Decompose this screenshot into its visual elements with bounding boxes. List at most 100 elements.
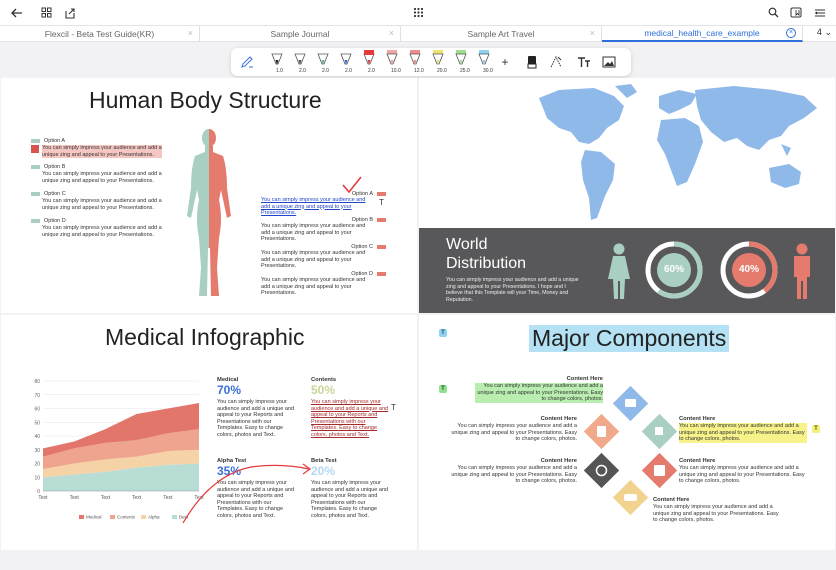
pen-size: 20.0 — [437, 68, 447, 74]
legend-label: Alpha — [148, 515, 160, 520]
option-name: Option D — [44, 218, 66, 224]
pen-6[interactable]: 10.0 — [384, 50, 401, 74]
pen-8[interactable]: 20.0 — [430, 50, 447, 74]
legend-swatch — [172, 515, 177, 519]
add-pen-button[interactable]: + — [496, 53, 514, 71]
eraser-icon[interactable] — [523, 53, 541, 71]
slide-medical-infographic[interactable]: Medical Infographic 0 10 20 30 40 50 60 70 80 Tex… — [1, 315, 417, 550]
component-title: Content Here — [653, 497, 690, 503]
x-tick-label: Text — [70, 495, 80, 501]
pen-4[interactable]: 2.0 — [338, 50, 354, 74]
pen-2[interactable]: 2.0 — [292, 50, 308, 74]
world-map — [539, 84, 817, 220]
block-percent: 70% — [217, 383, 242, 397]
slide-major-components[interactable]: T Major Components T T Content Here You c… — [419, 315, 835, 550]
option-item-left: Option C You can simply impress your audi… — [31, 191, 162, 211]
pen-9[interactable]: 25.0 — [453, 50, 470, 74]
menu-icon[interactable] — [811, 4, 829, 21]
legend-label: Contents — [117, 515, 136, 520]
option-desc: You can simply impress your audience and… — [42, 225, 162, 238]
block-desc: You can simply impress your audience and… — [311, 399, 389, 438]
component-desc: You can simply impress your audience and… — [475, 383, 603, 403]
human-body-figure — [187, 129, 231, 296]
x-tick-label: Text — [132, 495, 142, 501]
search-icon[interactable] — [764, 4, 782, 21]
back-arrow-icon[interactable] — [8, 4, 26, 21]
image-tool-icon[interactable] — [600, 53, 618, 71]
block-desc: You can simply impress your audience and… — [217, 399, 295, 438]
info-block: Contents 50% You can simply impress your a… — [311, 377, 389, 439]
slide-world-distribution[interactable]: World Distribution You can simply impres… — [419, 78, 835, 313]
component-desc: You can simply impress your audience and… — [679, 423, 807, 443]
text-box-badge[interactable]: T — [439, 329, 447, 337]
pen-icon — [294, 53, 306, 65]
pen-icon — [317, 53, 329, 65]
pen-icon — [455, 50, 467, 65]
component-item: Content Here You can simply impress your … — [679, 416, 807, 443]
tab-label: Sample Art Travel — [467, 29, 535, 39]
block-percent: 50% — [311, 383, 336, 397]
text-box-badge[interactable]: T — [439, 385, 447, 393]
slide-human-body[interactable]: Human Body Structure Option A You can sim… — [1, 78, 417, 313]
section-title: World Distribution — [446, 235, 526, 273]
top-bar — [0, 0, 836, 25]
close-icon[interactable]: × — [786, 28, 796, 38]
pen-1[interactable]: 1.0 — [269, 50, 285, 74]
grid-icon[interactable] — [37, 4, 55, 21]
x-tick-label: Text — [101, 495, 111, 501]
close-icon[interactable]: × — [590, 28, 595, 38]
pen-size: 10.0 — [391, 68, 401, 74]
export-icon[interactable] — [61, 4, 79, 21]
component-title: Content Here — [540, 416, 577, 422]
pen-size: 25.0 — [460, 68, 470, 74]
component-item: Content Here You can simply impress your … — [475, 376, 603, 403]
y-tick-label: 20 — [34, 462, 40, 468]
close-icon[interactable]: × — [188, 28, 193, 38]
y-tick-label: 10 — [34, 475, 40, 481]
text-tool-icon[interactable] — [575, 53, 593, 71]
option-swatch — [377, 245, 386, 249]
tab-flexcil-beta[interactable]: Flexcil - Beta Test Guide(KR) × — [0, 26, 200, 42]
y-tick-label: 80 — [34, 379, 40, 385]
pen-10[interactable]: 30.0 — [476, 50, 493, 74]
x-tick-label: Text — [163, 495, 173, 501]
tab-sample-art-travel[interactable]: Sample Art Travel × — [401, 26, 602, 42]
pen-mode-icon[interactable] — [238, 53, 256, 71]
text-box-badge[interactable]: T — [812, 425, 820, 433]
pen-icon — [386, 50, 398, 65]
pen-size: 12.0 — [414, 68, 424, 74]
component-item: Content Here You can simply impress your … — [653, 497, 781, 524]
arrow-annotation — [182, 463, 312, 524]
component-desc: You can simply impress your audience and… — [451, 465, 577, 485]
tab-label: medical_health_care_example — [644, 28, 760, 38]
pen-7[interactable]: 12.0 — [407, 50, 424, 74]
component-title: Content Here — [540, 458, 577, 464]
lasso-icon[interactable] — [547, 53, 565, 71]
apps-icon[interactable] — [409, 4, 427, 21]
pen-icon — [478, 50, 490, 65]
option-item-left: Option D You can simply impress your audi… — [31, 218, 162, 238]
tab-sample-journal[interactable]: Sample Journal × — [200, 26, 401, 42]
tab-medical-health-care[interactable]: medical_health_care_example × — [602, 26, 803, 42]
component-title: Content Here — [679, 458, 716, 464]
pen-icon — [432, 50, 444, 65]
chevron-down-icon: ⌄ — [824, 27, 832, 37]
tab-count-value: 4 — [816, 27, 822, 37]
section-desc: You can simply impress your audience and… — [446, 277, 579, 303]
pen-size: 2.0 — [345, 68, 352, 74]
pen-5[interactable]: 2.0 — [361, 50, 377, 74]
legend-swatch — [141, 515, 146, 519]
component-desc: You can simply impress your audience and… — [653, 504, 779, 524]
bookmark-icon[interactable] — [787, 4, 805, 21]
pen-3[interactable]: 2.0 — [315, 50, 331, 74]
slide-title: Medical Infographic — [105, 324, 305, 350]
pen-size: 1.0 — [276, 68, 283, 74]
block-desc: You can simply impress your audience and… — [311, 480, 389, 519]
component-desc: You can simply impress your audience and… — [679, 465, 805, 485]
option-swatch — [377, 192, 386, 196]
option-swatch — [31, 219, 40, 223]
tab-count[interactable]: 4 ⌄ — [817, 27, 832, 38]
close-icon[interactable]: × — [389, 28, 394, 38]
component-title: Content Here — [679, 416, 716, 422]
legend-swatch — [79, 515, 84, 519]
